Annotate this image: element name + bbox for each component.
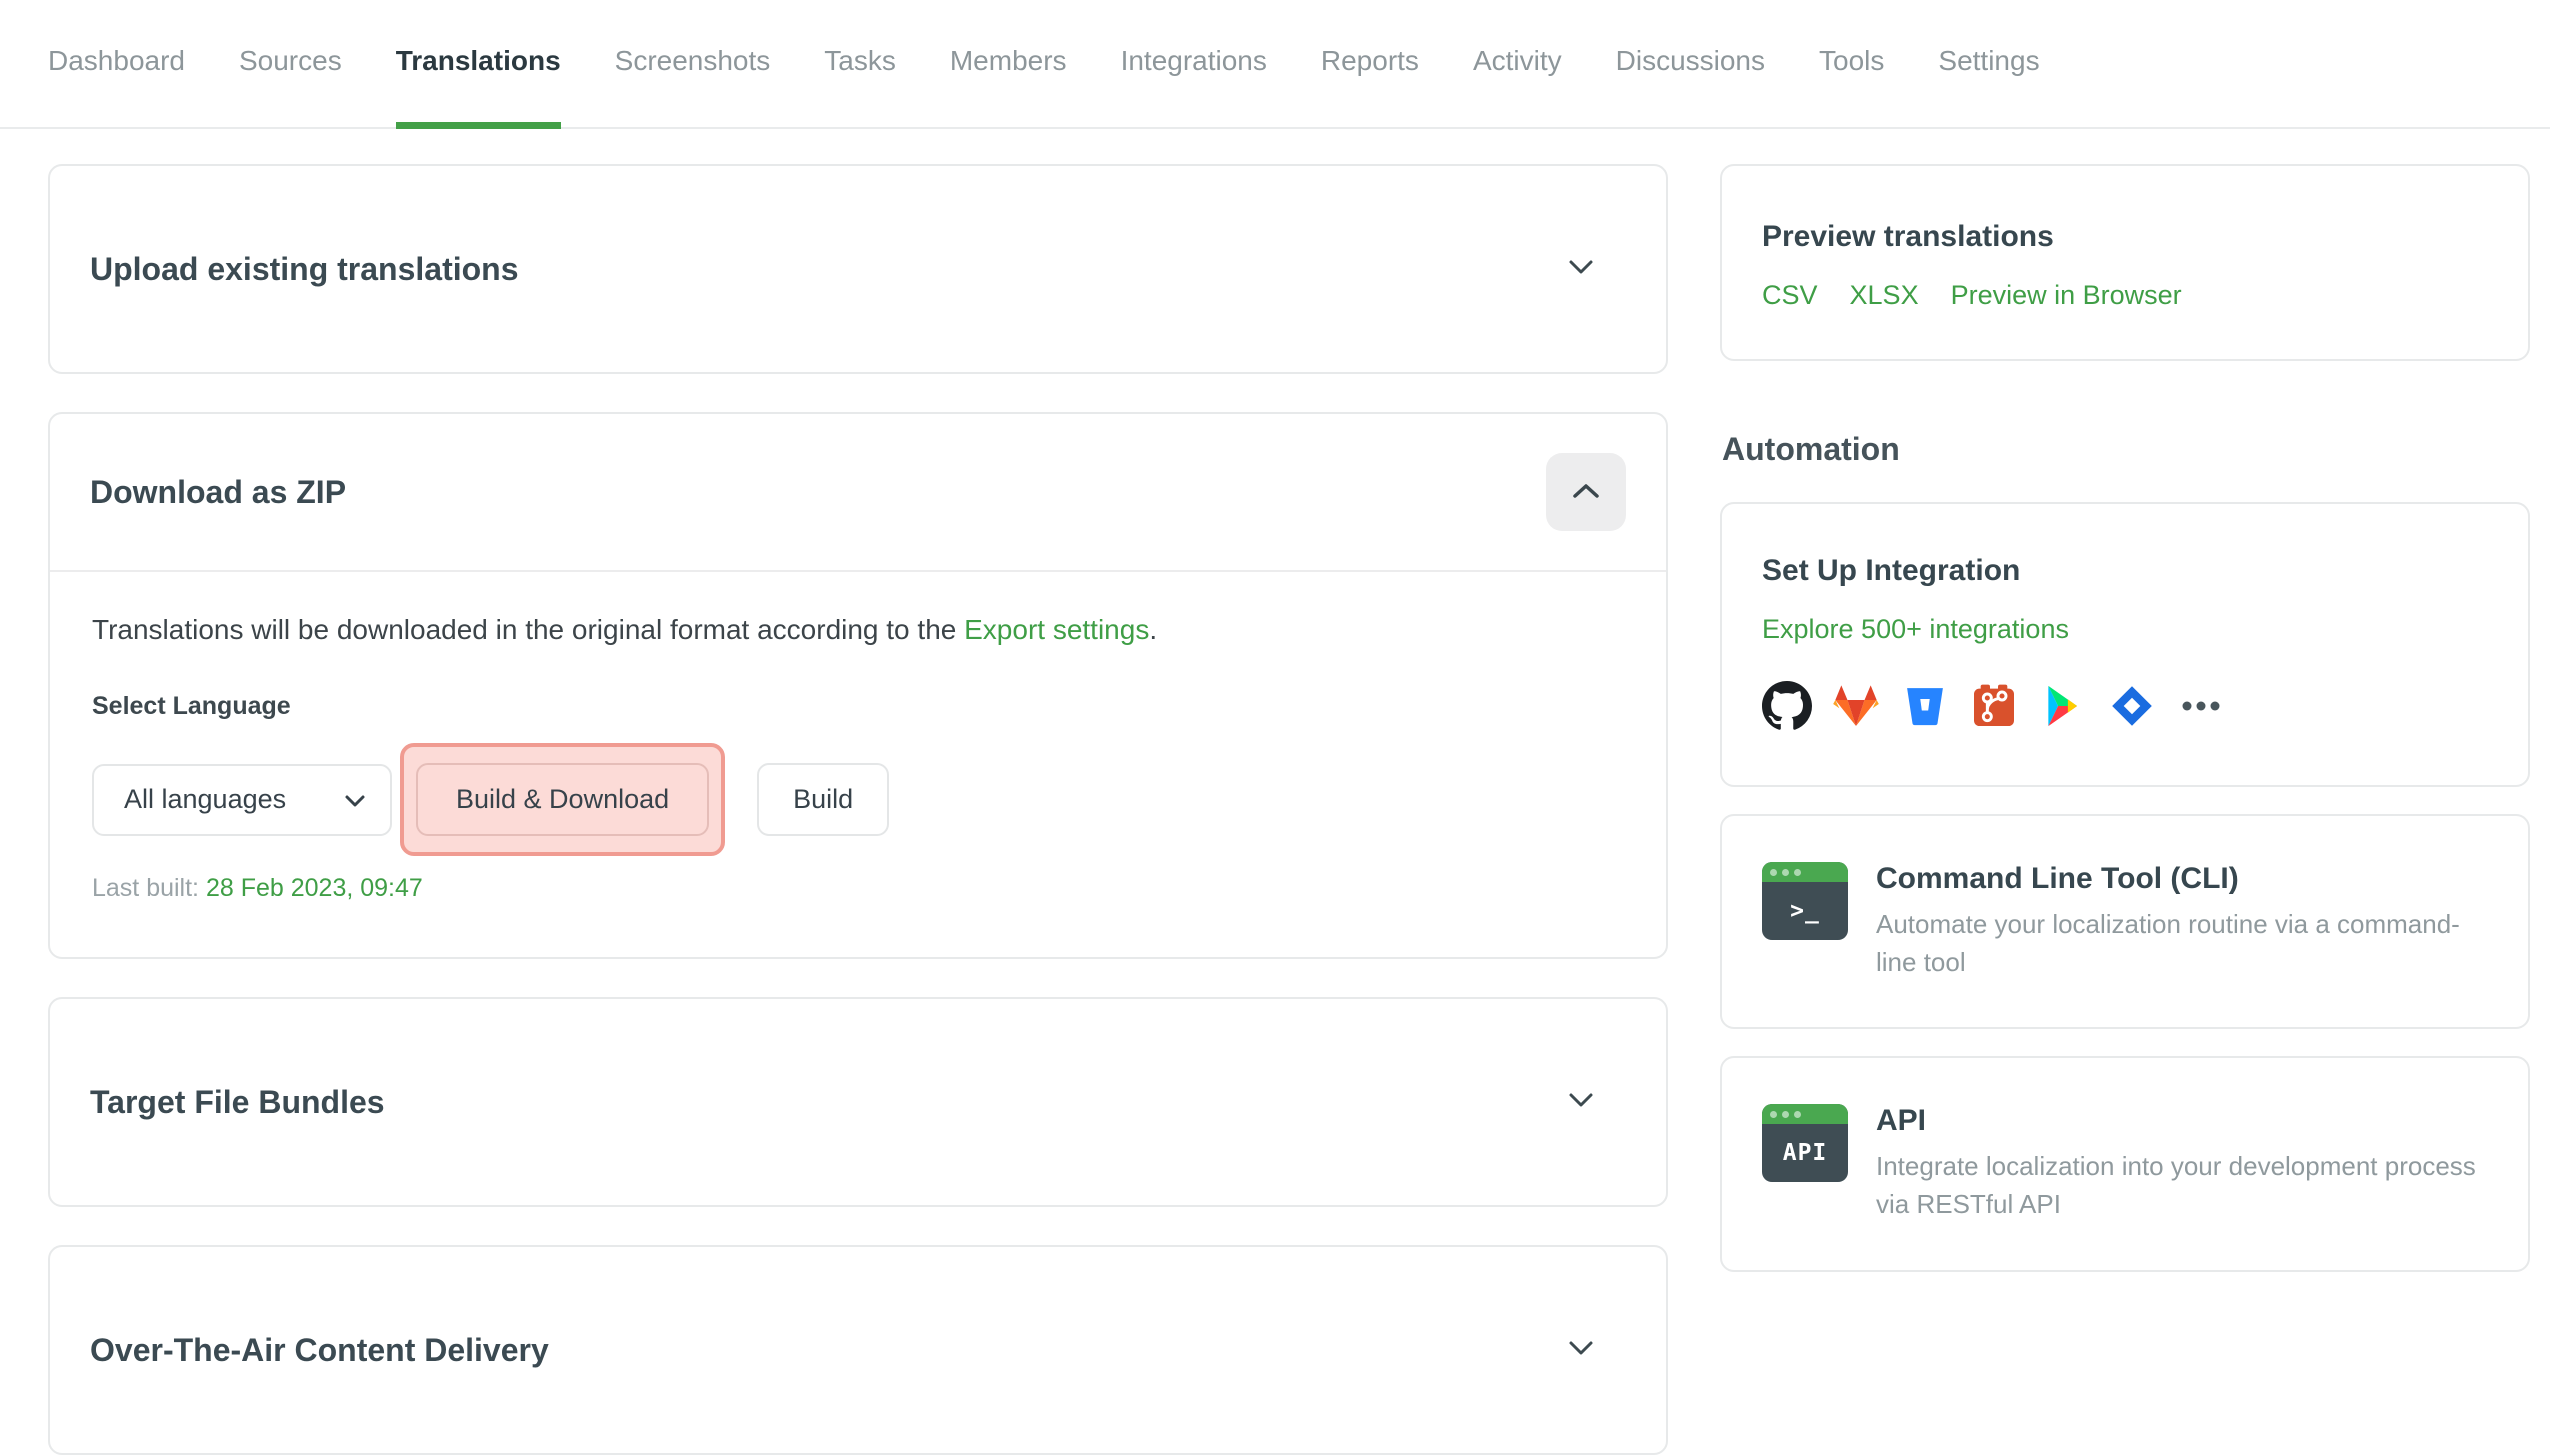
- preview-translations-title: Preview translations: [1762, 220, 2054, 253]
- google-play-icon[interactable]: [2038, 681, 2088, 731]
- upload-card-title: Upload existing translations: [90, 250, 519, 287]
- tab-dashboard[interactable]: Dashboard: [48, 0, 185, 129]
- jira-icon[interactable]: [2107, 681, 2157, 731]
- api-card-description: Integrate localization into your develop…: [1876, 1151, 2476, 1220]
- xlsx-link[interactable]: XLSX: [1850, 280, 1919, 311]
- gitlab-icon[interactable]: [1831, 681, 1881, 731]
- build-button[interactable]: Build: [757, 763, 890, 837]
- select-language-label: Select Language: [92, 692, 291, 721]
- download-description: Translations will be downloaded in the o…: [92, 614, 1626, 646]
- language-select[interactable]: All languages: [92, 763, 392, 836]
- last-built-value: 28 Feb 2023, 09:47: [205, 874, 423, 903]
- download-zip-card: Download as ZIP Translations will be dow…: [48, 412, 1668, 960]
- download-zip-body: Translations will be downloaded in the o…: [50, 572, 1666, 957]
- target-file-bundles-title: Target File Bundles: [90, 1083, 385, 1120]
- build-and-download-button[interactable]: Build & Download: [416, 763, 710, 837]
- chevron-up-icon: [1571, 482, 1601, 503]
- right-sidebar: Preview translations CSV XLSX Preview in…: [1720, 164, 2530, 1272]
- integration-icons-row: [1762, 681, 2488, 731]
- page-body: Upload existing translations Download as…: [0, 129, 2550, 1455]
- tab-screenshots[interactable]: Screenshots: [615, 0, 771, 129]
- chevron-down-icon: [344, 784, 366, 815]
- tab-integrations[interactable]: Integrations: [1121, 0, 1267, 129]
- download-zip-title: Download as ZIP: [90, 473, 347, 510]
- tab-activity[interactable]: Activity: [1473, 0, 1562, 129]
- cli-card-text: Command Line Tool (CLI) Automate your lo…: [1876, 862, 2488, 981]
- automation-heading: Automation: [1722, 431, 1900, 467]
- git-icon[interactable]: [1969, 681, 2019, 731]
- terminal-icon: >_: [1762, 862, 1848, 940]
- chevron-down-icon[interactable]: [1568, 1340, 1594, 1361]
- cli-card-description: Automate your localization routine via a…: [1876, 909, 2460, 977]
- ota-content-delivery-title: Over-The-Air Content Delivery: [90, 1331, 549, 1368]
- build-controls: All languages Build & Download Build: [92, 743, 1626, 857]
- api-card-title: API: [1876, 1104, 1927, 1138]
- api-icon-glyph: API: [1782, 1140, 1828, 1167]
- terminal-prompt-glyph: >_: [1790, 898, 1820, 924]
- target-file-bundles-card[interactable]: Target File Bundles: [48, 997, 1668, 1208]
- description-period: .: [1149, 614, 1158, 646]
- api-icon: API: [1762, 1104, 1848, 1183]
- language-select-value: All languages: [124, 784, 287, 815]
- tab-sources[interactable]: Sources: [239, 0, 342, 129]
- bitbucket-icon[interactable]: [1900, 681, 1950, 731]
- tab-discussions[interactable]: Discussions: [1616, 0, 1765, 129]
- build-download-highlight: Build & Download: [400, 743, 726, 857]
- explore-integrations-link[interactable]: Explore 500+ integrations: [1762, 614, 2069, 645]
- set-up-integration-card: Set Up Integration Explore 500+ integrat…: [1720, 502, 2530, 787]
- more-icon[interactable]: [2176, 681, 2226, 731]
- preview-in-browser-link[interactable]: Preview in Browser: [1951, 280, 2182, 311]
- set-up-integration-title: Set Up Integration: [1762, 554, 2021, 587]
- chevron-down-icon[interactable]: [1568, 259, 1594, 280]
- csv-link[interactable]: CSV: [1762, 280, 1818, 311]
- cli-card-title: Command Line Tool (CLI): [1876, 862, 2239, 895]
- preview-translations-card: Preview translations CSV XLSX Preview in…: [1720, 164, 2530, 361]
- preview-links: CSV XLSX Preview in Browser: [1762, 280, 2488, 311]
- last-built-status: Last built: 28 Feb 2023, 09:47: [92, 874, 1626, 903]
- ota-content-delivery-card[interactable]: Over-The-Air Content Delivery: [48, 1245, 1668, 1455]
- last-built-label: Last built:: [92, 874, 200, 903]
- tab-translations[interactable]: Translations: [395, 0, 561, 129]
- tab-tasks[interactable]: Tasks: [824, 0, 896, 129]
- collapse-button[interactable]: [1546, 453, 1626, 532]
- terminal-icon-titlebar: [1762, 862, 1848, 882]
- main-column: Upload existing translations Download as…: [48, 164, 1668, 1455]
- api-card[interactable]: API API Integrate localization into your…: [1720, 1056, 2530, 1272]
- tab-tools[interactable]: Tools: [1819, 0, 1884, 129]
- export-settings-link[interactable]: Export settings: [964, 614, 1149, 645]
- cli-card[interactable]: >_ Command Line Tool (CLI) Automate your…: [1720, 814, 2530, 1030]
- api-card-text: API Integrate localization into your dev…: [1876, 1104, 2488, 1223]
- tab-settings[interactable]: Settings: [1938, 0, 2039, 129]
- download-zip-header: Download as ZIP: [50, 414, 1666, 573]
- top-navigation: Dashboard Sources Translations Screensho…: [0, 0, 2550, 129]
- upload-translations-card[interactable]: Upload existing translations: [48, 164, 1668, 375]
- chevron-down-icon[interactable]: [1568, 1092, 1594, 1113]
- tab-members[interactable]: Members: [950, 0, 1067, 129]
- api-icon-titlebar: [1762, 1104, 1848, 1125]
- description-text: Translations will be downloaded in the o…: [92, 614, 965, 646]
- github-icon[interactable]: [1762, 681, 1812, 731]
- tab-reports[interactable]: Reports: [1321, 0, 1419, 129]
